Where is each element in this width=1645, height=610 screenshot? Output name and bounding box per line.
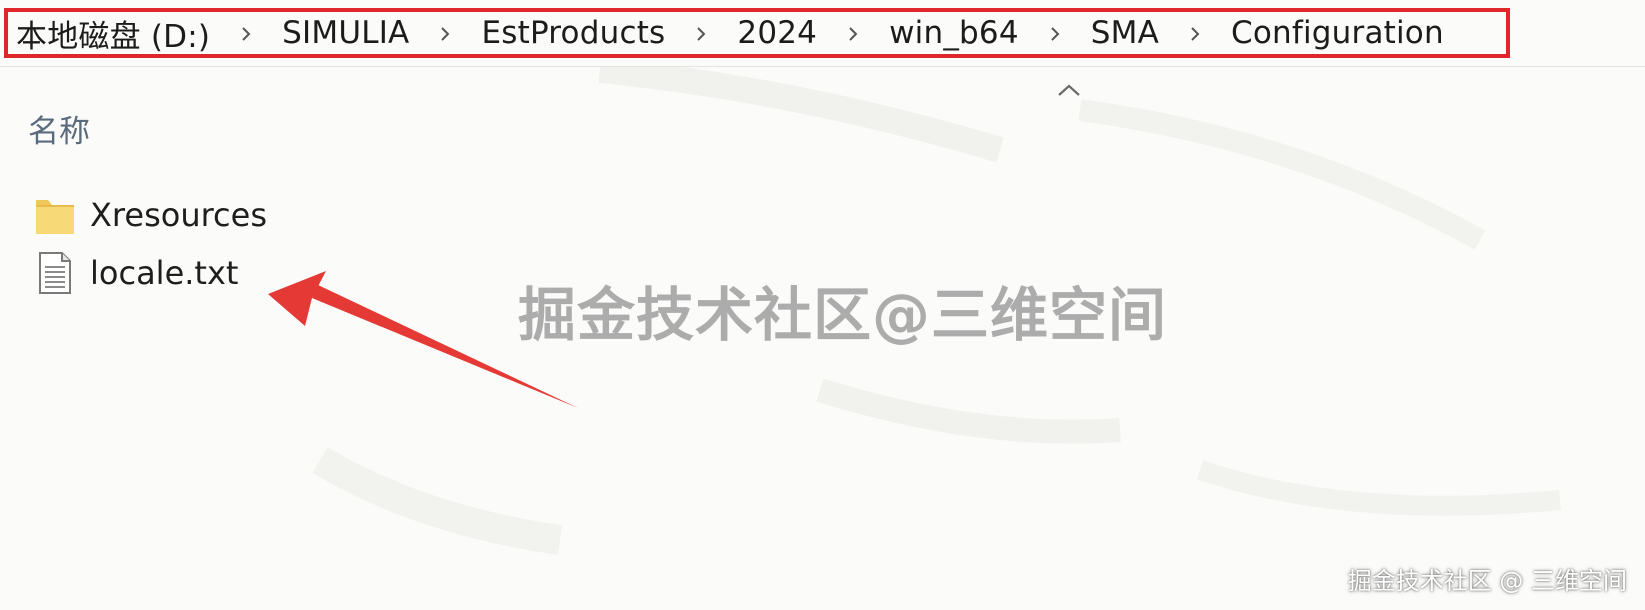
file-name: locale.txt	[90, 254, 239, 292]
address-bar: 本地磁盘 (D:) SIMULIA EstProducts 2024 win_b…	[0, 0, 1645, 67]
chevron-right-icon[interactable]	[1049, 26, 1061, 42]
watermark-corner: 掘金技术社区 @ 三维空间	[1347, 567, 1627, 595]
chevron-right-icon[interactable]	[439, 26, 451, 42]
file-list: Xresources locale.txt	[34, 186, 534, 302]
watermark-center: 掘金技术社区@三维空间	[518, 281, 1168, 349]
chevron-right-icon[interactable]	[240, 26, 252, 42]
breadcrumb-item-configuration[interactable]: Configuration	[1231, 15, 1444, 51]
text-file-icon	[39, 252, 71, 294]
breadcrumb-item-sma[interactable]: SMA	[1091, 15, 1159, 51]
column-header-name[interactable]: 名称	[28, 106, 90, 151]
list-item[interactable]: locale.txt	[34, 244, 534, 302]
file-name: Xresources	[90, 196, 267, 234]
chevron-right-icon[interactable]	[847, 26, 859, 42]
list-item[interactable]: Xresources	[34, 186, 534, 244]
breadcrumb-item-2024[interactable]: 2024	[737, 15, 817, 51]
file-explorer-window: 本地磁盘 (D:) SIMULIA EstProducts 2024 win_b…	[0, 0, 1645, 610]
breadcrumb-item-win-b64[interactable]: win_b64	[889, 15, 1019, 51]
breadcrumb-item-simulia[interactable]: SIMULIA	[282, 15, 409, 51]
chevron-up-icon[interactable]	[1056, 82, 1082, 98]
chevron-right-icon[interactable]	[695, 26, 707, 42]
breadcrumb-item-drive[interactable]: 本地磁盘 (D:)	[16, 11, 210, 56]
chevron-right-icon[interactable]	[1189, 26, 1201, 42]
folder-icon	[36, 200, 74, 234]
breadcrumb-item-estproducts[interactable]: EstProducts	[481, 15, 665, 51]
breadcrumb: 本地磁盘 (D:) SIMULIA EstProducts 2024 win_b…	[4, 8, 1510, 58]
